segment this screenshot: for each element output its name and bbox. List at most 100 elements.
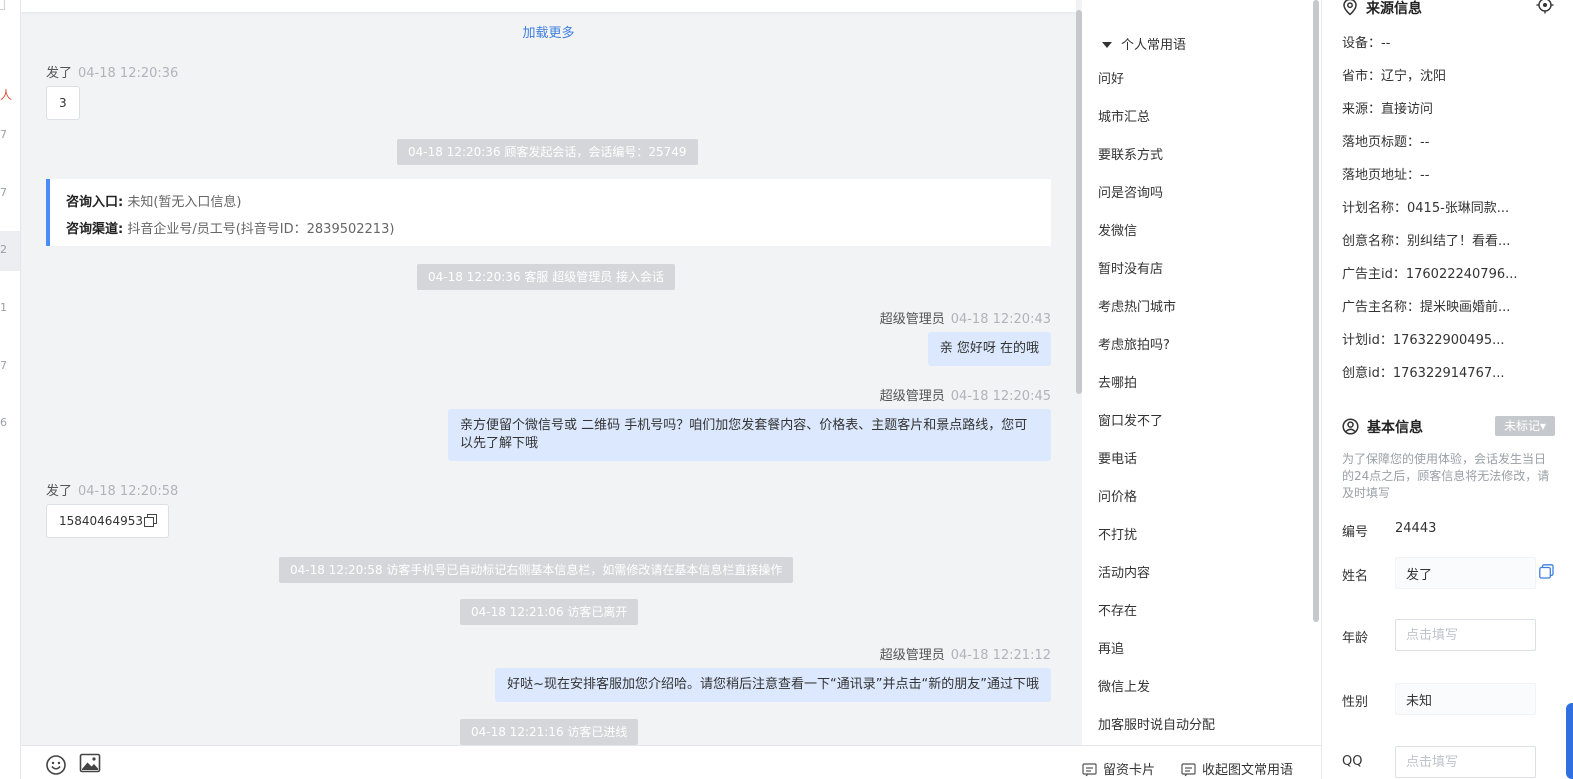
list-edge-number: 6 [0,416,7,429]
card-icon [1082,763,1097,777]
list-edge-number: 7 [0,359,7,372]
agent-message: 亲方便留个微信号或 二维码 手机号吗？咱们加您发套餐内容、价格表、主题客片和景点… [448,409,1051,461]
message-sender: 超级管理员 04-18 12:20:45 [880,385,1051,404]
user-circle-icon [1342,418,1359,435]
source-row-landing-title: 落地页标题：-- [1342,135,1430,150]
sender-name: 超级管理员 [879,312,945,327]
list-edge-partial-text: 人 [0,88,13,102]
system-message: 04-18 12:20:36 客服 超级管理员 接入会话 [417,264,676,290]
conversation-list-edge: 人 7 7 2 1 7 6 [0,0,21,779]
source-row-creative-name: 创意名称：别纠结了！看看... [1342,234,1511,249]
phrase-item[interactable]: 微信上发 [1098,669,1215,707]
system-message: 04-18 12:20:58 访客手机号已自动标记右侧基本信息栏，如需修改请在基… [279,557,794,583]
chat-area: 加载更多 发了 04-18 12:20:36 3 04-18 12:20:36 顾… [21,0,1082,745]
phrase-item[interactable]: 考虑旅拍吗? [1098,327,1215,365]
side-float-tab[interactable] [1566,703,1573,779]
collapse-phrases-label: 收起图文常用语 [1202,763,1294,778]
name-input[interactable] [1395,557,1536,589]
edit-deadline-notice: 为了保障您的使用体验，会话发生当日的24点之后，顾客信息将无法修改，请及时填写 [1342,452,1550,500]
list-edge-number: 7 [0,128,7,141]
system-message: 04-18 12:21:06 访客已离开 [460,599,639,625]
phrase-item[interactable]: 城市汇总 [1098,99,1215,137]
sender-name: 发了 [46,484,73,499]
message-time: 04-18 12:20:45 [950,389,1051,404]
list-edge-number: 2 [0,243,7,256]
locate-target-icon[interactable] [1536,0,1554,18]
phrase-item[interactable]: 暂时没有店 [1098,251,1215,289]
smiley-icon[interactable] [45,754,67,776]
gender-label: 性别 [1342,695,1369,710]
system-message: 04-18 12:21:16 访客已进线 [460,719,639,745]
consult-channel-label: 咨询渠道: [66,222,124,237]
consult-entry-value: 未知(暂无入口信息) [127,195,242,210]
phrase-item[interactable]: 不打扰 [1098,517,1215,555]
app-root: 人 7 7 2 1 7 6 加载更多 发了 04-18 12:20:36 3 04… [0,0,1573,779]
source-row-advertiser-name: 广告主名称：提米映画婚前... [1342,300,1511,315]
source-row-region: 省市：辽宁，沈阳 [1342,69,1447,84]
phrase-item[interactable]: 要联系方式 [1098,137,1215,175]
input-toolbar: 留资卡片 收起图文常用语 [21,745,1321,779]
visitor-phone-message: 15840464953 [46,504,169,538]
agent-message: 亲 您好呀 在的哦 [927,332,1051,366]
phrase-item[interactable]: 问好 [1098,61,1215,99]
source-info-list: 设备：-- 省市：辽宁，沈阳 来源：直接访问 落地页标题：-- 落地页地址：--… [1342,27,1518,390]
mark-status-dropdown[interactable]: 未标记▾ [1495,416,1555,436]
phrases-list: 问好 城市汇总 要联系方式 问是咨询吗 发微信 暂时没有店 考虑热门城市 考虑旅… [1098,61,1215,745]
phrases-group-header[interactable]: 个人常用语 [1102,34,1186,53]
phrase-item[interactable]: 活动内容 [1098,555,1215,593]
id-value: 24443 [1395,521,1437,536]
customer-info-panel: 来源信息 设备：-- 省市：辽宁，沈阳 来源：直接访问 落地页标题：-- 落地页… [1321,0,1573,779]
message-sender: 发了 04-18 12:20:36 [46,62,178,81]
source-row-source: 来源：直接访问 [1342,102,1434,117]
phone-number-text: 15840464953 [59,514,143,528]
phrase-item[interactable]: 问是咨询吗 [1098,175,1215,213]
location-pin-icon [1343,0,1357,16]
phrase-item[interactable]: 考虑热门城市 [1098,289,1215,327]
image-icon[interactable] [79,753,101,775]
phrase-item[interactable]: 发微信 [1098,213,1215,251]
source-row-plan-name: 计划名称：0415-张琳同款... [1342,201,1510,216]
sender-name: 超级管理员 [879,648,945,663]
phrases-scrollbar[interactable] [1313,0,1319,622]
phrase-item[interactable]: 加客服时说自动分配 [1098,707,1215,745]
basic-info-title: 基本信息 [1342,417,1423,437]
message-time: 04-18 12:20:36 [78,66,179,81]
qq-label: QQ [1342,754,1363,769]
copy-icon[interactable] [1539,564,1554,583]
message-time: 04-18 12:21:12 [950,648,1051,663]
id-label: 编号 [1342,525,1369,540]
consult-info-card: 咨询入口: 未知(暂无入口信息) 咨询渠道: 抖音企业号/员工号(抖音号ID：2… [46,179,1051,246]
consult-channel-value: 抖音企业号/员工号(抖音号ID：2839502213) [127,222,395,237]
source-row-plan-id: 计划id：176322900495... [1342,333,1505,348]
phrase-item[interactable]: 问价格 [1098,479,1215,517]
qq-input[interactable] [1395,746,1536,778]
collapse-phrases-button[interactable]: 收起图文常用语 [1181,759,1293,778]
source-row-landing-url: 落地页地址：-- [1342,168,1430,183]
source-info-title-text: 来源信息 [1366,1,1422,17]
lead-card-button[interactable]: 留资卡片 [1082,759,1155,778]
phrase-item[interactable]: 去哪拍 [1098,365,1215,403]
copy-icon[interactable] [143,514,157,527]
chat-top-edge [21,0,1076,12]
agent-message: 好哒~现在安排客服加您介绍哈。请您稍后注意查看一下“通讯录”并点击“新的朋友”通… [495,668,1051,702]
load-more-link[interactable]: 加载更多 [21,22,1076,41]
sender-name: 超级管理员 [879,389,945,404]
caret-down-icon [1102,42,1112,48]
lead-card-label: 留资卡片 [1103,763,1156,778]
message-time: 04-18 12:20:58 [78,484,179,499]
gender-select[interactable] [1395,683,1536,715]
message-sender: 超级管理员 04-18 12:21:12 [880,644,1051,663]
list-edge-number: 1 [0,301,7,314]
source-row-advertiser-id: 广告主id：176022240796... [1342,267,1518,282]
consult-entry-row: 咨询入口: 未知(暂无入口信息) [66,189,1051,216]
source-row-creative-id: 创意id：176322914767... [1342,366,1505,381]
phrase-item[interactable]: 再追 [1098,631,1215,669]
phrase-item[interactable]: 窗口发不了 [1098,403,1215,441]
phrase-item[interactable]: 不存在 [1098,593,1215,631]
list-edge-box [0,0,5,10]
source-info-title: 来源信息 [1342,0,1422,18]
phrase-item[interactable]: 要电话 [1098,441,1215,479]
age-input[interactable] [1395,619,1536,651]
system-message: 04-18 12:20:36 顾客发起会话，会话编号：25749 [397,139,698,165]
phrases-group-title: 个人常用语 [1121,38,1187,53]
